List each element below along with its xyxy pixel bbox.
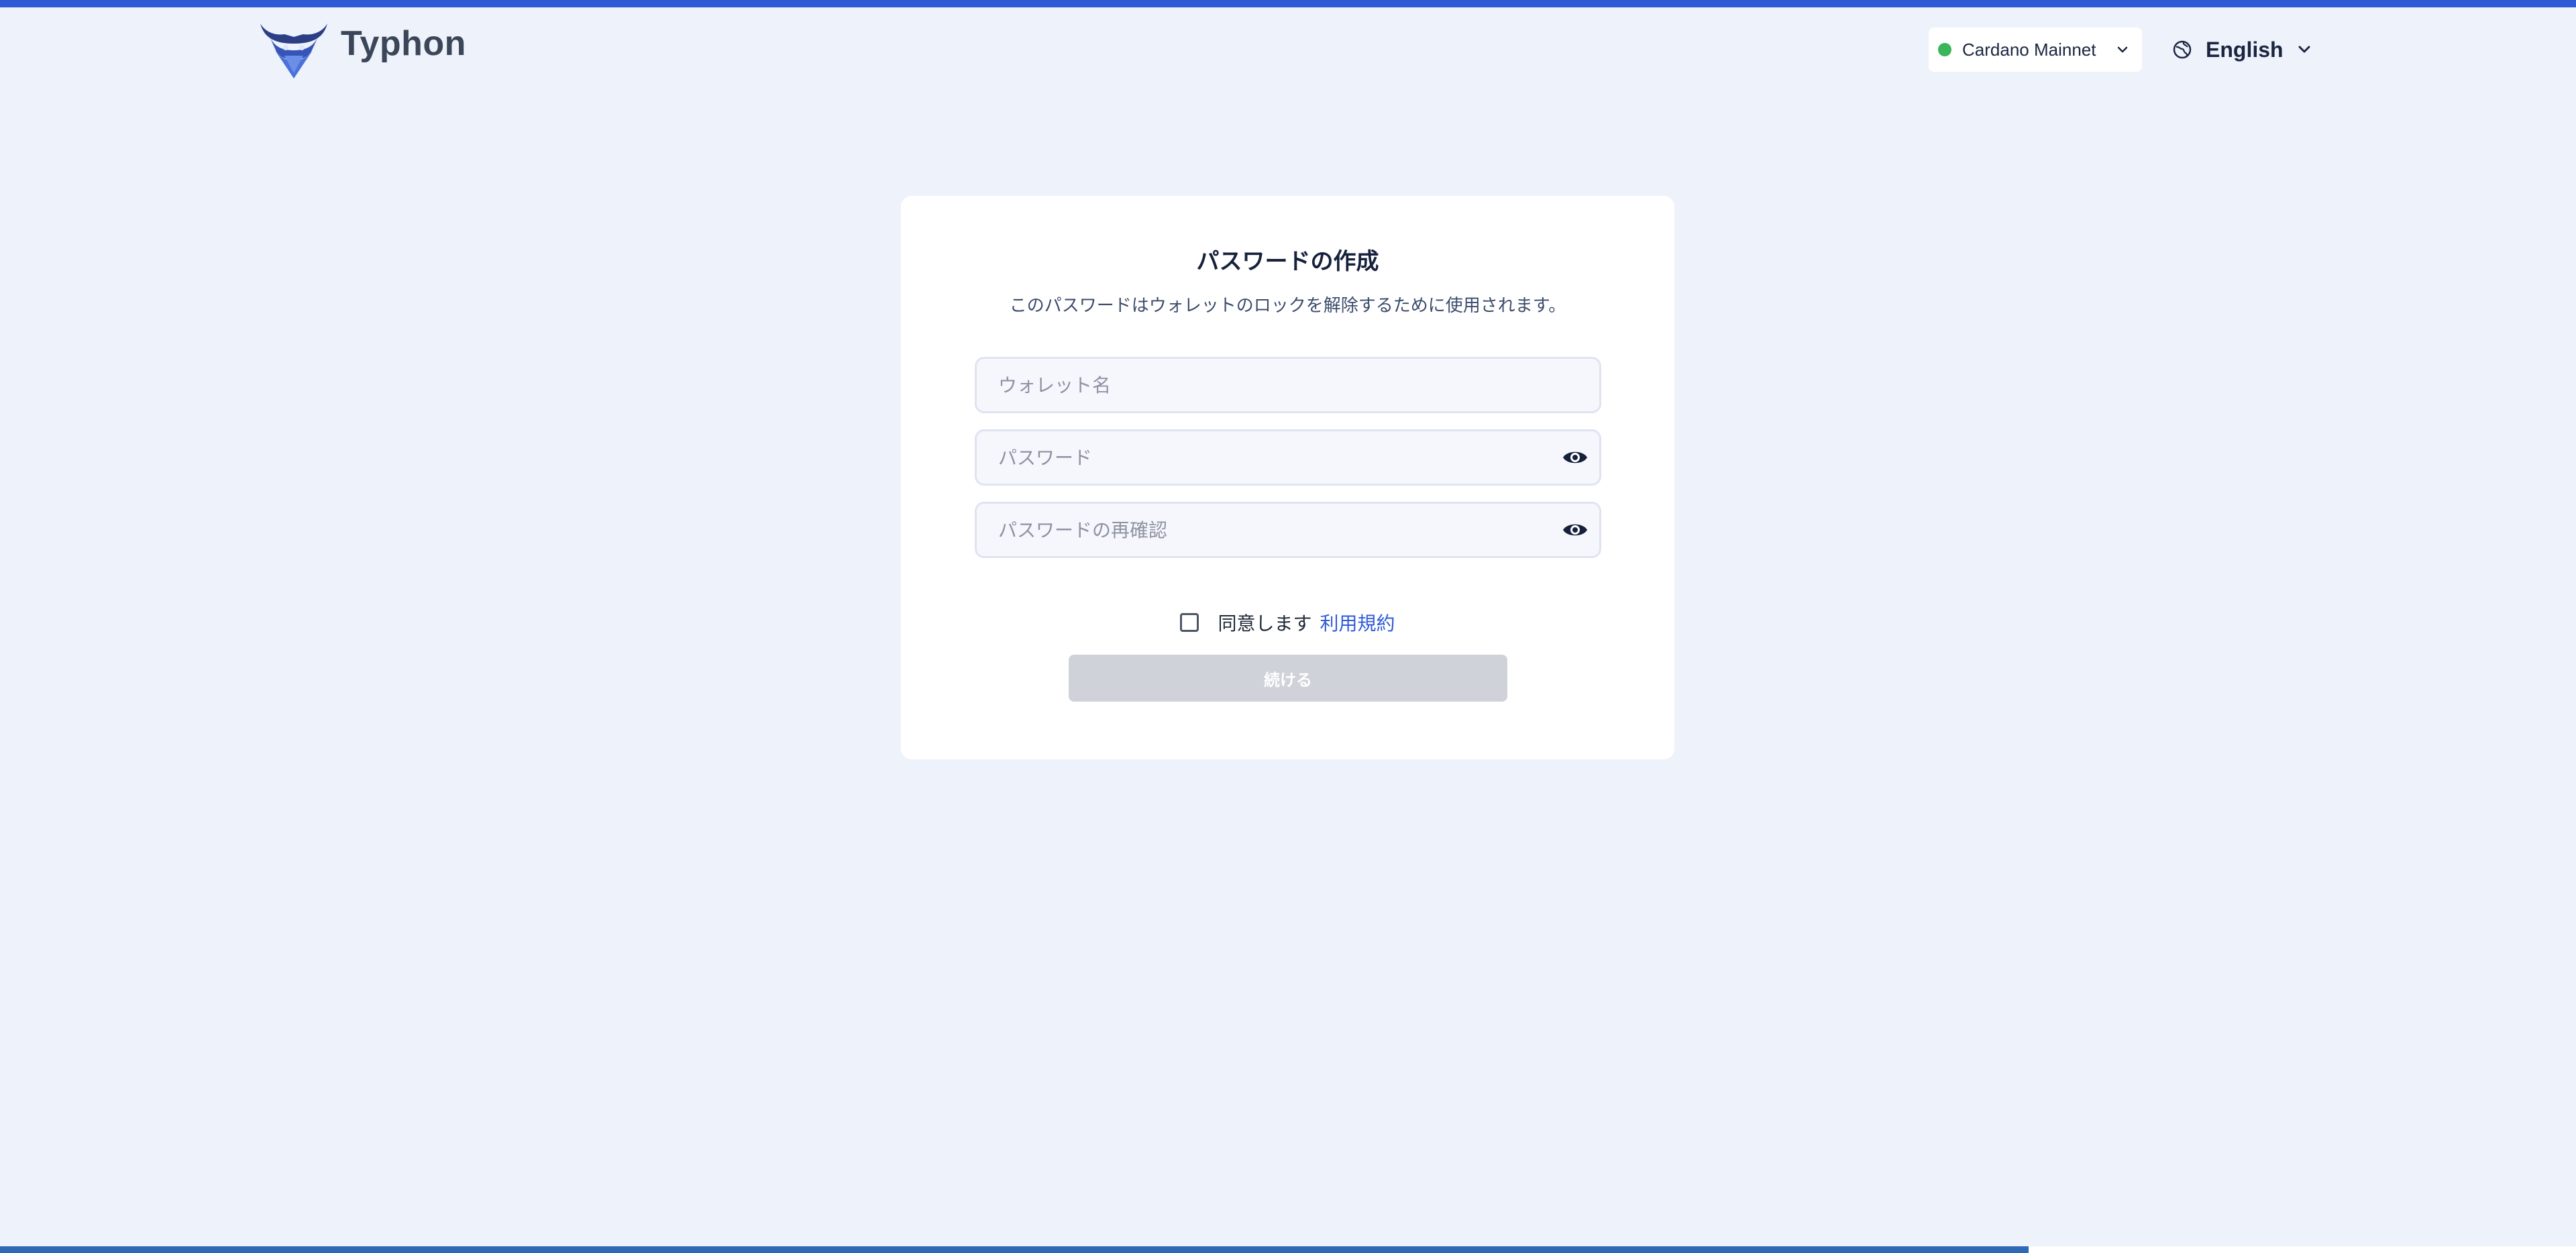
terms-agreement: 同意します 利用規約: [901, 609, 1674, 636]
network-label: Cardano Mainnet: [1962, 39, 2096, 60]
app-header: Typhon Cardano Mainnet English: [0, 7, 2576, 88]
network-status-dot: [1938, 43, 1951, 56]
brand-name: Typhon: [341, 24, 466, 63]
eye-icon[interactable]: [1562, 519, 1589, 541]
chevron-down-icon: [2117, 46, 2128, 53]
agree-label: 同意します: [1218, 612, 1312, 635]
eye-icon[interactable]: [1562, 447, 1589, 468]
language-label: English: [2206, 37, 2284, 62]
password-field: [975, 429, 1601, 486]
bottom-progress-bar: [0, 1246, 2029, 1253]
card-title: パスワードの作成: [1196, 248, 1379, 275]
globe-icon: [2173, 40, 2192, 59]
password-confirm-field: [975, 502, 1601, 558]
continue-button[interactable]: 続ける: [1069, 655, 1507, 702]
language-selector[interactable]: English: [2172, 28, 2313, 72]
wallet-name-input[interactable]: [977, 359, 1535, 411]
network-selector[interactable]: Cardano Mainnet: [1929, 28, 2142, 72]
chevron-down-icon: [2298, 46, 2310, 53]
create-password-card: パスワードの作成 このパスワードはウォレットのロックを解除するために使用されます…: [901, 196, 1674, 759]
agree-checkbox[interactable]: [1180, 613, 1199, 632]
password-confirm-input[interactable]: [977, 504, 1535, 556]
password-input[interactable]: [977, 431, 1535, 484]
bottom-bar-remainder: [2029, 1246, 2576, 1253]
wallet-name-field: [975, 357, 1601, 413]
terms-link[interactable]: 利用規約: [1320, 609, 1395, 636]
typhon-logo-icon[interactable]: [255, 17, 333, 81]
top-accent-bar: [0, 0, 2576, 7]
card-subtitle: このパスワードはウォレットのロックを解除するために使用されます。: [1009, 296, 1566, 316]
